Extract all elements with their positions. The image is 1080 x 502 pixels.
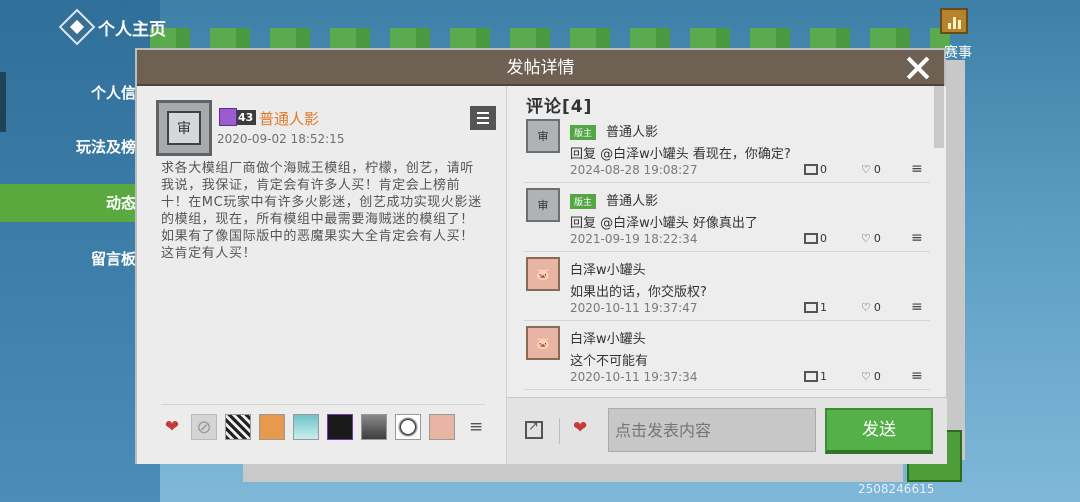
background-bar: [243, 462, 903, 482]
like-button[interactable]: ♡ 0: [861, 232, 881, 245]
heart-outline-icon: ♡: [861, 163, 871, 176]
reply-button[interactable]: 1: [804, 370, 827, 383]
comment-menu-icon[interactable]: ≡: [911, 161, 923, 177]
post-body: 求各大模组厂商做个海贼王模组，柠檬，创艺，请听我说，我保证，肯定会有许多人买！肯…: [161, 161, 482, 261]
comment-time: 2020-10-11 19:37:34: [570, 370, 698, 384]
comment-author[interactable]: 白泽w小罐头: [570, 259, 646, 278]
comment-item[interactable]: 🐷 白泽w小罐头 这个不可能有 2020-10-11 19:37:34 1 ♡ 0…: [524, 326, 930, 390]
blocked-avatar-icon: ⊘: [191, 414, 217, 440]
comment-menu-icon[interactable]: ≡: [911, 368, 923, 384]
leaderboard-icon[interactable]: [940, 8, 968, 34]
reply-count: 0: [820, 163, 827, 176]
comments-title: 评论[4]: [526, 97, 593, 117]
compose-divider: [559, 418, 560, 444]
post-pane: 审 43 普通人影 2020-09-02 18:52:15 求各大模组厂商做个海…: [137, 86, 506, 464]
bg-user-id: 2508246615: [858, 482, 935, 496]
comment-author[interactable]: 普通人影: [606, 121, 658, 140]
like-count: 0: [873, 370, 881, 383]
comment-bubble-icon: [804, 164, 818, 175]
comment-author[interactable]: 普通人影: [606, 190, 658, 209]
comment-text: 如果出的话，你交版权?: [570, 285, 707, 300]
comment-time: 2020-10-11 19:37:47: [570, 301, 698, 315]
heart-outline-icon: ♡: [861, 232, 871, 245]
liker-avatar[interactable]: [395, 414, 421, 440]
heart-icon[interactable]: ❤: [573, 418, 587, 438]
heart-outline-icon: ♡: [861, 370, 871, 383]
compose-bar: ❤ 发送: [507, 397, 947, 464]
author-avatar[interactable]: 审: [156, 100, 212, 156]
close-icon[interactable]: [906, 56, 930, 80]
comment-input[interactable]: [608, 408, 816, 452]
author-level: 43: [235, 109, 257, 125]
liker-avatar[interactable]: [327, 414, 353, 440]
post-time: 2020-09-02 18:52:15: [217, 132, 345, 146]
like-count: 0: [873, 232, 881, 245]
liker-avatar[interactable]: [259, 414, 285, 440]
heart-outline-icon: ♡: [861, 301, 871, 314]
author-name[interactable]: 普通人影: [259, 108, 319, 129]
post-detail-dialog: 发帖详情 审 43 普通人影 2020-09-02 18:52:15 求各大模组…: [135, 48, 947, 464]
background-grass-strip: [150, 28, 950, 50]
bg-nav-item-gameplay[interactable]: 玩法及榜: [0, 128, 150, 166]
comment-avatar[interactable]: 审: [526, 188, 560, 222]
comment-text: 回复 @白泽w小罐头 看现在，你确定?: [570, 147, 791, 162]
like-count: 0: [873, 301, 881, 314]
comment-bubble-icon: [804, 233, 818, 244]
comment-time: 2024-08-28 19:08:27: [570, 163, 698, 177]
dialog-title-bar: 发帖详情: [137, 50, 944, 86]
comments-pane: 评论[4] 审 版主 普通人影 回复 @白泽w小罐头 看现在，你确定? 2024…: [506, 86, 947, 464]
comment-menu-icon[interactable]: ≡: [911, 299, 923, 315]
like-button[interactable]: ♡ 0: [861, 370, 881, 383]
liker-avatar[interactable]: [225, 414, 251, 440]
reply-count: 0: [820, 232, 827, 245]
reply-button[interactable]: 0: [804, 163, 827, 176]
moderator-badge: 版主: [570, 125, 597, 140]
level-badge: 43: [219, 108, 257, 126]
liker-avatar[interactable]: [361, 414, 387, 440]
dialog-title: 发帖详情: [506, 58, 575, 78]
heart-icon[interactable]: ❤: [161, 417, 183, 437]
send-button[interactable]: 发送: [825, 408, 933, 454]
likes-divider: [161, 404, 485, 405]
like-button[interactable]: ♡ 0: [861, 301, 881, 314]
liker-avatar[interactable]: [293, 414, 319, 440]
comment-avatar[interactable]: 审: [526, 119, 560, 153]
background-header[interactable]: 个人主页: [58, 8, 166, 46]
external-link-icon[interactable]: [525, 419, 543, 439]
likers-menu-icon[interactable]: ≡: [469, 417, 483, 437]
comment-text: 这个不可能有: [570, 354, 649, 369]
bg-nav-item-feed[interactable]: 动态: [0, 184, 150, 222]
back-diamond-icon[interactable]: [58, 8, 96, 46]
comment-author[interactable]: 白泽w小罐头: [570, 328, 646, 347]
reply-button[interactable]: 1: [804, 301, 827, 314]
moderator-badge: 版主: [570, 194, 597, 209]
bg-right-label: 赛事: [944, 45, 972, 61]
comment-avatar[interactable]: 🐷: [526, 326, 560, 360]
background-header-title: 个人主页: [98, 19, 166, 40]
like-button[interactable]: ♡ 0: [861, 163, 881, 176]
reply-count: 1: [820, 370, 827, 383]
like-count: 0: [873, 163, 881, 176]
comment-item[interactable]: 审 版主 普通人影 回复 @白泽w小罐头 好像真出了 2021-09-19 18…: [524, 188, 930, 252]
comment-menu-icon[interactable]: ≡: [911, 230, 923, 246]
level-cube-icon: [219, 108, 237, 126]
reply-button[interactable]: 0: [804, 232, 827, 245]
comment-time: 2021-09-19 18:22:34: [570, 232, 698, 246]
comment-bubble-icon: [804, 302, 818, 313]
post-menu-icon[interactable]: [470, 106, 496, 130]
likers-row: ❤ ⊘ ≡: [161, 414, 483, 440]
comment-text: 回复 @白泽w小罐头 好像真出了: [570, 216, 758, 231]
comments-scrollbar[interactable]: [934, 86, 944, 148]
bg-nav-item-profile[interactable]: 个人信: [0, 74, 150, 112]
comment-item[interactable]: 🐷 白泽w小罐头 如果出的话，你交版权? 2020-10-11 19:37:47…: [524, 257, 930, 321]
avatar-glyph: 审: [167, 111, 201, 145]
comment-item[interactable]: 审 版主 普通人影 回复 @白泽w小罐头 看现在，你确定? 2024-08-28…: [524, 119, 930, 183]
reply-count: 1: [820, 301, 827, 314]
bg-nav-item-guestbook[interactable]: 留言板: [0, 240, 150, 278]
comment-bubble-icon: [804, 371, 818, 382]
liker-avatar[interactable]: [429, 414, 455, 440]
comment-avatar[interactable]: 🐷: [526, 257, 560, 291]
